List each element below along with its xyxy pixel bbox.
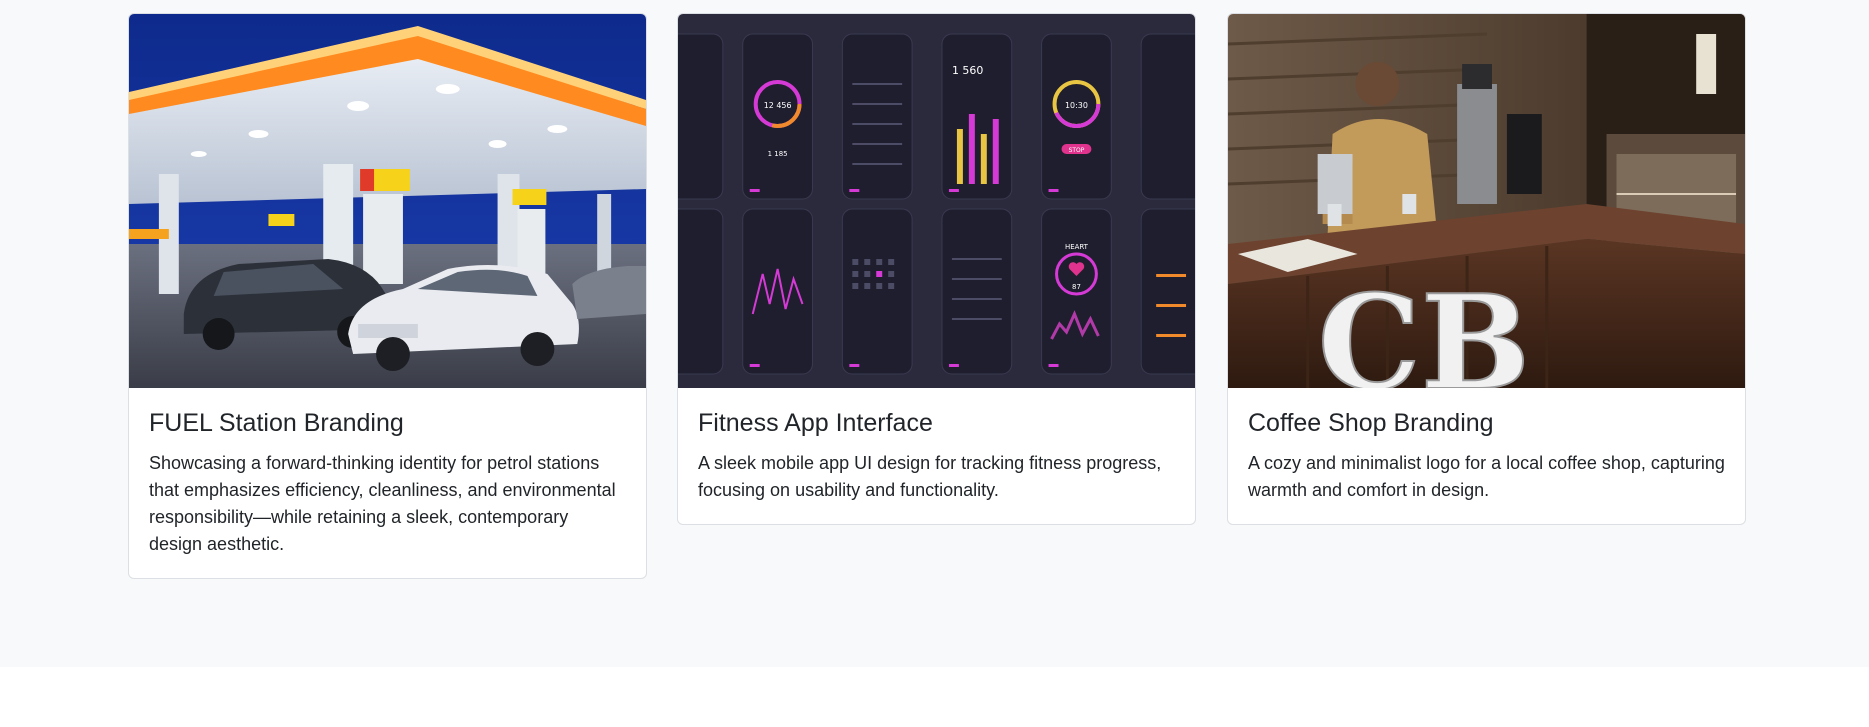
card-body: Fitness App Interface A sleek mobile app… (678, 388, 1195, 524)
fitness-screens-illustration: 12 456 1 185 10:30 STOP 1 560 HEART 87 (678, 14, 1195, 388)
distance-value: 1 560 (952, 64, 983, 77)
card-image-coffee-shop[interactable]: CB (1228, 14, 1745, 388)
card-description: Showcasing a forward-thinking identity f… (149, 453, 616, 554)
coffee-shop-illustration: CB (1228, 14, 1745, 388)
stop-button: STOP (1069, 147, 1085, 154)
steps-count: 12 456 (764, 101, 792, 110)
gas-station-illustration (129, 14, 646, 388)
timer-display: 10:30 (1065, 101, 1088, 110)
card-body: Coffee Shop Branding A cozy and minimali… (1228, 388, 1745, 524)
card-title: Fitness App Interface (698, 409, 933, 437)
heart-label: HEART (1065, 243, 1089, 251)
portfolio-card-fuel[interactable]: FUEL Station Branding Showcasing a forwa… (128, 13, 647, 579)
card-description: A cozy and minimalist logo for a local c… (1248, 453, 1725, 500)
heart-rate: 87 (1072, 283, 1081, 291)
portfolio-section: FUEL Station Branding Showcasing a forwa… (0, 0, 1869, 667)
card-image-fitness-app[interactable]: 12 456 1 185 10:30 STOP 1 560 HEART 87 (678, 14, 1195, 388)
card-title: FUEL Station Branding (149, 409, 404, 437)
portfolio-card-fitness[interactable]: 12 456 1 185 10:30 STOP 1 560 HEART 87 F… (677, 13, 1196, 525)
card-description: A sleek mobile app UI design for trackin… (698, 453, 1162, 500)
portfolio-card-coffee[interactable]: CB Coffee Shop Branding A cozy and minim… (1227, 13, 1746, 525)
card-body: FUEL Station Branding Showcasing a forwa… (129, 388, 646, 578)
card-title: Coffee Shop Branding (1248, 409, 1494, 437)
coffee-sign-letters: CB (1318, 266, 1531, 388)
calories-count: 1 185 (768, 150, 788, 158)
card-image-fuel-station[interactable] (129, 14, 646, 388)
